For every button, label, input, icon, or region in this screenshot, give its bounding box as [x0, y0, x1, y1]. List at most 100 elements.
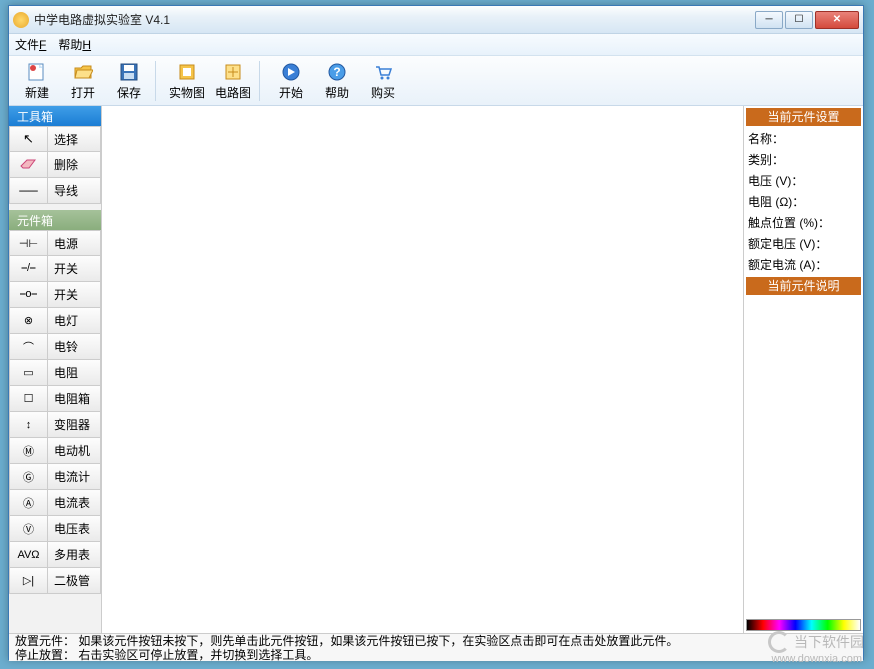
component-label: 电阻 — [48, 364, 78, 381]
toolbar-open-button[interactable]: 打开 — [61, 59, 105, 103]
component-4[interactable]: ⌒电铃 — [9, 334, 101, 360]
component-symbol-icon: Ⓐ — [10, 490, 48, 515]
component-symbol-icon: ⊣⊢ — [10, 231, 48, 255]
toolbar-help-button[interactable]: ? 帮助 — [315, 59, 359, 103]
component-label: 电源 — [48, 235, 78, 252]
eraser-icon — [10, 152, 48, 177]
component-label: 多用表 — [48, 546, 90, 563]
toolbar-buy-button[interactable]: 购买 — [361, 59, 405, 103]
componentbox-header: 元件箱 — [9, 210, 101, 230]
circuit-icon — [222, 61, 244, 83]
component-label: 电灯 — [48, 312, 78, 329]
app-window: 中学电路虚拟实验室 V4.1 ─ ☐ ✕ 文件F 帮助H 新建 打开 保存 实物… — [8, 5, 864, 660]
component-symbol-icon: ▷| — [10, 568, 48, 593]
toolbar-new-button[interactable]: 新建 — [15, 59, 59, 103]
component-symbol-icon: Ⓥ — [10, 516, 48, 541]
toolbar-circuit-button[interactable]: 电路图 — [211, 59, 255, 103]
toolbar-start-button[interactable]: 开始 — [269, 59, 313, 103]
toolbox-header: 工具箱 — [9, 106, 101, 126]
component-9[interactable]: Ⓖ电流计 — [9, 464, 101, 490]
prop-contact: 触点位置 (%)： — [744, 212, 863, 233]
menubar: 文件F 帮助H — [9, 34, 863, 56]
component-label: 电阻箱 — [48, 390, 90, 407]
component-symbol-icon: Ⓜ — [10, 438, 48, 463]
component-5[interactable]: ▭电阻 — [9, 360, 101, 386]
toolbar-save-button[interactable]: 保存 — [107, 59, 151, 103]
component-0[interactable]: ⊣⊢电源 — [9, 230, 101, 256]
component-label: 电流表 — [48, 494, 90, 511]
watermark-url: www.downxia.com — [772, 653, 862, 665]
maximize-button[interactable]: ☐ — [785, 11, 813, 29]
prop-category: 类别： — [744, 149, 863, 170]
prop-rated-v: 额定电压 (V)： — [744, 233, 863, 254]
component-11[interactable]: Ⓥ电压表 — [9, 516, 101, 542]
new-file-icon — [26, 61, 48, 83]
component-symbol-icon: ⎯/⎯ — [10, 256, 48, 281]
real-view-icon — [176, 61, 198, 83]
statusbar: 放置元件： 如果该元件按钮未按下，则先单击此元件按钮，如果该元件按钮已按下，在实… — [9, 633, 863, 661]
component-label: 电动机 — [48, 442, 90, 459]
component-10[interactable]: Ⓐ电流表 — [9, 490, 101, 516]
component-symbol-icon: ↕ — [10, 412, 48, 437]
help-icon: ? — [326, 61, 348, 83]
window-title: 中学电路虚拟实验室 V4.1 — [34, 11, 755, 28]
prop-voltage: 电压 (V)： — [744, 170, 863, 191]
canvas-workspace[interactable] — [102, 106, 743, 633]
left-panel: 工具箱 ↖选择 删除 ──导线 元件箱 ⊣⊢电源⎯/⎯开关⎯o⎯开关⊗电灯⌒电铃… — [9, 106, 102, 633]
menu-file[interactable]: 文件F — [15, 36, 46, 53]
close-button[interactable]: ✕ — [815, 11, 859, 29]
status-line-2: 停止放置： 右击实验区可停止放置，并切换到选择工具。 — [15, 648, 857, 662]
component-13[interactable]: ▷|二极管 — [9, 568, 101, 594]
prop-rated-a: 额定电流 (A)： — [744, 254, 863, 275]
component-label: 开关 — [48, 286, 78, 303]
watermark: 当下软件园 — [768, 631, 864, 653]
component-symbol-icon: ⌒ — [10, 334, 48, 359]
component-7[interactable]: ↕变阻器 — [9, 412, 101, 438]
component-label: 变阻器 — [48, 416, 90, 433]
tool-select[interactable]: ↖选择 — [9, 126, 101, 152]
app-icon — [13, 12, 29, 28]
status-line-1: 放置元件： 如果该元件按钮未按下，则先单击此元件按钮，如果该元件按钮已按下，在实… — [15, 634, 857, 648]
content-area: 工具箱 ↖选择 删除 ──导线 元件箱 ⊣⊢电源⎯/⎯开关⎯o⎯开关⊗电灯⌒电铃… — [9, 106, 863, 633]
save-icon — [118, 61, 140, 83]
component-label: 二极管 — [48, 572, 90, 589]
watermark-logo-icon — [768, 631, 790, 653]
tool-delete[interactable]: 删除 — [9, 152, 101, 178]
component-2[interactable]: ⎯o⎯开关 — [9, 282, 101, 308]
start-icon — [280, 61, 302, 83]
prop-name: 名称： — [744, 128, 863, 149]
toolbar-realview-button[interactable]: 实物图 — [165, 59, 209, 103]
settings-header: 当前元件设置 — [746, 108, 861, 126]
component-label: 电铃 — [48, 338, 78, 355]
right-panel: 当前元件设置 名称： 类别： 电压 (V)： 电阻 (Ω)： 触点位置 (%)：… — [743, 106, 863, 633]
component-12[interactable]: AVΩ多用表 — [9, 542, 101, 568]
component-3[interactable]: ⊗电灯 — [9, 308, 101, 334]
component-list: ⊣⊢电源⎯/⎯开关⎯o⎯开关⊗电灯⌒电铃▭电阻☐电阻箱↕变阻器Ⓜ电动机Ⓖ电流计Ⓐ… — [9, 230, 101, 594]
wire-icon: ── — [10, 178, 48, 203]
component-symbol-icon: ⎯o⎯ — [10, 282, 48, 307]
toolbox-list: ↖选择 删除 ──导线 — [9, 126, 101, 204]
prop-resistance: 电阻 (Ω)： — [744, 191, 863, 212]
component-symbol-icon: ▭ — [10, 360, 48, 385]
component-label: 开关 — [48, 260, 78, 277]
description-header: 当前元件说明 — [746, 277, 861, 295]
component-6[interactable]: ☐电阻箱 — [9, 386, 101, 412]
cursor-icon: ↖ — [10, 127, 48, 151]
component-1[interactable]: ⎯/⎯开关 — [9, 256, 101, 282]
component-8[interactable]: Ⓜ电动机 — [9, 438, 101, 464]
color-picker[interactable] — [746, 619, 861, 631]
toolbar-separator — [259, 61, 265, 101]
component-symbol-icon: Ⓖ — [10, 464, 48, 489]
tool-wire[interactable]: ──导线 — [9, 178, 101, 204]
component-label: 电压表 — [48, 520, 90, 537]
titlebar[interactable]: 中学电路虚拟实验室 V4.1 ─ ☐ ✕ — [9, 6, 863, 34]
open-folder-icon — [72, 61, 94, 83]
component-label: 电流计 — [48, 468, 90, 485]
toolbar: 新建 打开 保存 实物图 电路图 开始 ? 帮助 购买 — [9, 56, 863, 106]
svg-text:?: ? — [333, 65, 340, 79]
component-symbol-icon: ⊗ — [10, 308, 48, 333]
menu-help[interactable]: 帮助H — [58, 36, 91, 53]
cart-icon — [372, 61, 394, 83]
minimize-button[interactable]: ─ — [755, 11, 783, 29]
component-symbol-icon: AVΩ — [10, 542, 48, 567]
